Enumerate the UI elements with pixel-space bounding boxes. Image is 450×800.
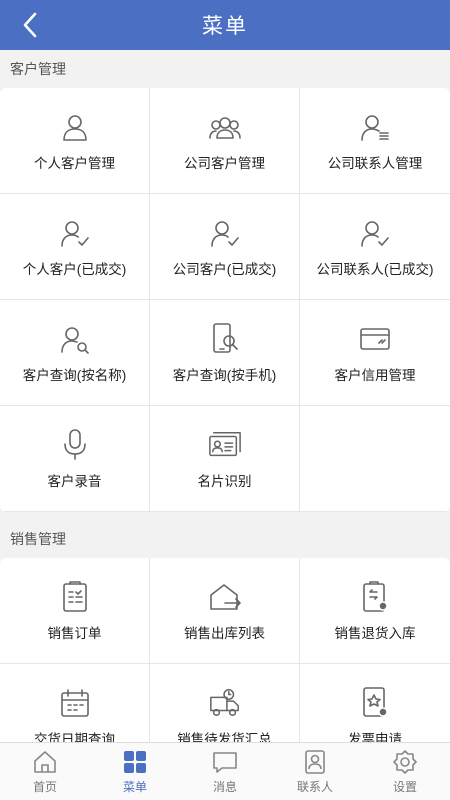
tab-settings[interactable]: 设置 — [360, 743, 450, 800]
sales-menu-item[interactable]: 销售待发货汇总 — [150, 664, 300, 742]
menu-scroll-area[interactable]: 客户管理 个人客户管理 公司客户管理 公司联系人管理个人客户(已成交) 公司客户(已成… — [0, 50, 450, 742]
page-title: 菜单 — [202, 15, 248, 38]
section-title-customer: 客户管理 — [0, 50, 450, 88]
customer-menu-item[interactable]: 客户查询(按手机) — [150, 300, 300, 406]
tab-label: 菜单 — [122, 779, 147, 794]
menu-item-label: 名片识别 — [197, 473, 252, 489]
customer-menu-item[interactable]: 名片识别 — [150, 406, 300, 512]
contact-list-icon — [358, 110, 392, 144]
section-card-customer: 个人客户管理 公司客户管理 公司联系人管理个人客户(已成交) 公司客户(已成交) 公司联… — [0, 88, 450, 512]
chevron-left-icon — [23, 12, 37, 38]
message-icon — [212, 749, 238, 775]
person-check-icon — [208, 216, 242, 250]
customer-menu-item[interactable]: 个人客户(已成交) — [0, 194, 150, 300]
person-icon — [58, 110, 92, 144]
sales-menu-item[interactable]: 销售退货入库 — [300, 558, 450, 664]
microphone-icon — [58, 428, 92, 462]
business-card-icon — [208, 428, 242, 462]
menu-item-label: 公司客户管理 — [184, 155, 265, 171]
menu-item-label: 销售待发货汇总 — [177, 731, 272, 743]
header-bar: 菜单 — [0, 0, 450, 50]
calendar-icon — [58, 686, 92, 720]
menu-item-label: 公司联系人(已成交) — [316, 261, 434, 277]
menu-item-label: 销售订单 — [47, 625, 102, 641]
settings-icon — [392, 749, 418, 775]
section-title-sales: 销售管理 — [0, 520, 450, 558]
tab-label: 联系人 — [296, 779, 333, 794]
menu-item-label: 客户查询(按手机) — [172, 367, 277, 383]
warehouse-out-icon — [208, 580, 242, 614]
customer-menu-item[interactable]: 公司联系人管理 — [300, 88, 450, 194]
person-check-icon — [358, 216, 392, 250]
customer-menu-item[interactable]: 客户录音 — [0, 406, 150, 512]
truck-clock-icon — [208, 686, 242, 720]
sales-menu-item[interactable]: 销售订单 — [0, 558, 150, 664]
menu-grid-sales: 销售订单 销售出库列表 销售退货入库交货日期查询 销售待发货汇总 发票申请 — [0, 558, 450, 742]
customer-menu-item[interactable]: 公司联系人(已成交) — [300, 194, 450, 300]
menu-item-label: 销售退货入库 — [334, 625, 416, 641]
tab-label: 消息 — [212, 779, 237, 794]
tab-message[interactable]: 消息 — [180, 743, 270, 800]
group-icon — [208, 110, 242, 144]
back-button[interactable] — [14, 9, 46, 41]
sales-menu-item[interactable]: 发票申请 — [300, 664, 450, 742]
empty-cell — [300, 406, 450, 512]
tab-menu-grid[interactable]: 菜单 — [90, 743, 180, 800]
credit-card-icon — [358, 322, 392, 356]
menu-item-label: 客户录音 — [47, 473, 102, 489]
menu-grid-customer: 个人客户管理 公司客户管理 公司联系人管理个人客户(已成交) 公司客户(已成交) 公司联… — [0, 88, 450, 512]
menu-item-label: 交货日期查询 — [34, 731, 115, 743]
menu-item-label: 公司客户(已成交) — [172, 261, 277, 277]
menu-item-label: 发票申请 — [348, 731, 402, 743]
order-clipboard-icon — [58, 580, 92, 614]
tab-label: 首页 — [32, 779, 57, 794]
customer-menu-item[interactable]: 公司客户管理 — [150, 88, 300, 194]
sales-menu-item[interactable]: 销售出库列表 — [150, 558, 300, 664]
menu-item-label: 销售出库列表 — [184, 625, 265, 641]
menu-item-label: 个人客户管理 — [34, 155, 115, 171]
bottom-tab-bar: 首页 菜单 消息 联系人 设置 — [0, 742, 450, 800]
customer-menu-item[interactable]: 公司客户(已成交) — [150, 194, 300, 300]
customer-menu-item[interactable]: 客户查询(按名称) — [0, 300, 150, 406]
person-check-icon — [58, 216, 92, 250]
menu-item-label: 个人客户(已成交) — [22, 261, 127, 277]
phone-search-icon — [208, 322, 242, 356]
menu-item-label: 公司联系人管理 — [327, 155, 423, 171]
section-card-sales: 销售订单 销售出库列表 销售退货入库交货日期查询 销售待发货汇总 发票申请 — [0, 558, 450, 742]
menu-item-label: 客户查询(按名称) — [22, 367, 127, 383]
person-search-icon — [58, 322, 92, 356]
customer-menu-item[interactable]: 客户信用管理 — [300, 300, 450, 406]
tab-contacts[interactable]: 联系人 — [270, 743, 360, 800]
menu-item-label: 客户信用管理 — [334, 367, 416, 383]
contacts-icon — [302, 749, 328, 775]
tab-home[interactable]: 首页 — [0, 743, 90, 800]
return-clipboard-icon — [358, 580, 392, 614]
sales-menu-item[interactable]: 交货日期查询 — [0, 664, 150, 742]
menu-grid-icon — [122, 749, 148, 775]
invoice-icon — [358, 686, 392, 720]
home-icon — [32, 749, 58, 775]
tab-label: 设置 — [392, 779, 417, 794]
customer-menu-item[interactable]: 个人客户管理 — [0, 88, 150, 194]
